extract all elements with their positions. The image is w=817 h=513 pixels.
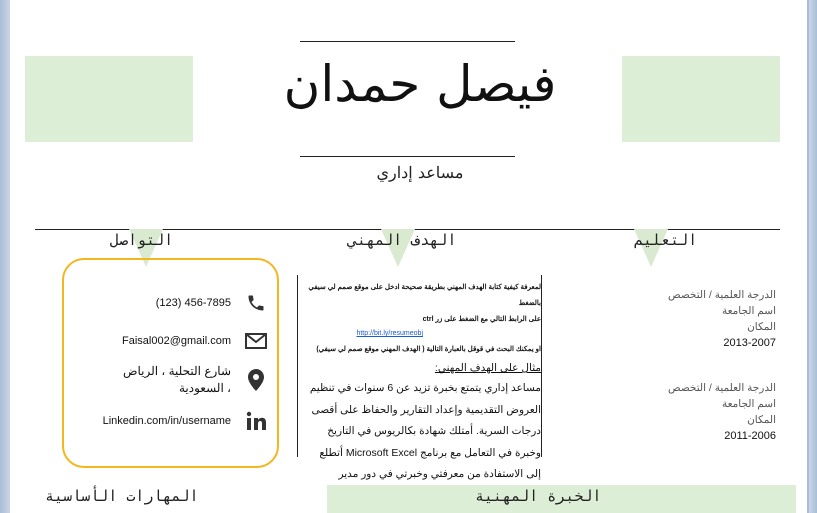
candidate-name: فيصل حمدان (283, 55, 557, 113)
education-degree: الدرجة العلمية / التخصص (667, 382, 776, 394)
objective-tip-line3: او يمكنك البحث في قوقل بالعبارة التالية … (316, 346, 541, 353)
objective-block: لمعرفة كيفية كتابة الهدف المهني بطريقة ص… (303, 280, 541, 507)
contact-box: (123) 456-7895 Faisal002@gmail.com شارع … (62, 258, 279, 468)
education-years: 2013-2007 (723, 337, 776, 349)
contact-heading: التواصل (110, 231, 174, 249)
contact-linkedin[interactable]: Linkedin.com/in/username (103, 415, 231, 427)
header-decor-right (622, 56, 780, 142)
name-top-rule (300, 41, 515, 42)
linkedin-icon (245, 410, 267, 432)
education-place: المكان (747, 414, 776, 426)
education-entry-1: الدرجة العلمية / التخصص اسم الجامعة المك… (650, 287, 776, 351)
education-university: اسم الجامعة (721, 398, 776, 410)
contact-address: شارع التحلية ، الرياض ، السعودية (122, 364, 231, 395)
contact-phone[interactable]: (123) 456-7895 (156, 297, 231, 309)
contact-address-row: شارع التحلية ، الرياض ، السعودية (72, 363, 267, 397)
objective-heading: الهدف المهني (348, 231, 457, 249)
resume-page: فيصل حمدان مساعد إداري التواصل الهدف الم… (10, 0, 807, 513)
education-degree: الدرجة العلمية / التخصص (667, 289, 776, 301)
email-icon (245, 330, 267, 352)
location-icon (245, 369, 267, 391)
objective-tip-link-row: http://bit.ly/resumeobj (303, 326, 541, 342)
contact-email-row: Faisal002@gmail.com (72, 330, 267, 352)
contact-email[interactable]: Faisal002@gmail.com (122, 335, 231, 347)
window-edge-right (809, 0, 817, 513)
contact-linkedin-row: Linkedin.com/in/username (72, 410, 267, 432)
experience-heading: الخبرة المهنية (475, 487, 602, 505)
education-heading: التعليم (634, 231, 698, 249)
objective-left-rule (297, 275, 298, 457)
window-edge-left (0, 0, 10, 513)
job-title: مساعد إداري (376, 163, 464, 182)
contact-phone-row: (123) 456-7895 (72, 292, 267, 314)
header-decor-left (25, 56, 193, 142)
education-years: 2011-2006 (724, 430, 776, 442)
objective-right-rule (541, 275, 542, 457)
education-entry-2: الدرجة العلمية / التخصص اسم الجامعة المك… (650, 380, 776, 444)
objective-tip-line1: لمعرفة كيفية كتابة الهدف المهني بطريقة ص… (308, 284, 541, 307)
name-bottom-rule (300, 156, 515, 157)
objective-example-heading: مثال على الهدف المهني: (434, 362, 541, 374)
objective-tip-link[interactable]: http://bit.ly/resumeobj (356, 330, 423, 337)
skills-heading: المهارات الأساسية (45, 487, 199, 505)
education-university: اسم الجامعة (721, 305, 776, 317)
objective-tip-line2-text: على الرابط التالي مع الضغط على زر ctrl (422, 316, 541, 323)
education-place: المكان (747, 321, 776, 333)
phone-icon (245, 292, 267, 314)
